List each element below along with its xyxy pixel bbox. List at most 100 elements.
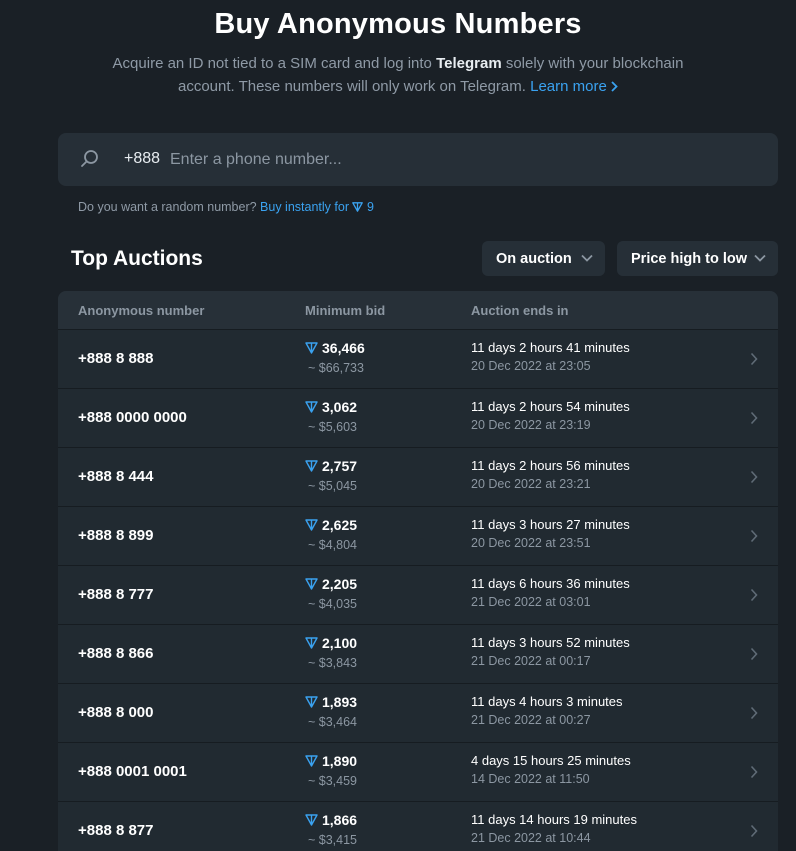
table-row[interactable]: +888 8 777 2,205 ~ $4,035 11 days 6 hours 3… <box>58 565 778 624</box>
learn-more-link[interactable]: Learn more <box>530 78 618 95</box>
table-row[interactable]: +888 0000 0000 3,062 ~ $5,603 11 days 2 hou… <box>58 388 778 447</box>
anonymous-number: +888 0001 0001 <box>78 763 187 780</box>
ends-duration: 11 days 6 hours 36 minutes <box>471 576 630 591</box>
auction-ends: 11 days 2 hours 41 minutes 20 Dec 2022 at… <box>471 340 630 373</box>
learn-more-label: Learn more <box>530 78 607 95</box>
minimum-bid: 36,466 ~ $66,733 <box>305 340 365 375</box>
random-number-prompt: Do you want a random number? Buy instant… <box>78 200 374 214</box>
bid-usd: ~ $4,035 <box>308 597 358 611</box>
anonymous-number: +888 0000 0000 <box>78 409 187 426</box>
table-row[interactable]: +888 8 866 2,100 ~ $3,843 11 days 3 hours 5… <box>58 624 778 683</box>
minimum-bid: 2,100 ~ $3,843 <box>305 635 357 670</box>
ends-duration: 11 days 2 hours 41 minutes <box>471 340 630 355</box>
ends-date: 21 Dec 2022 at 00:27 <box>471 713 591 727</box>
buy-random-link[interactable]: Buy instantly for 9 <box>260 200 374 214</box>
chevron-down-icon <box>754 254 766 262</box>
bid-amount: 3,062 <box>322 399 358 415</box>
bid-amount: 1,890 <box>322 753 358 769</box>
ton-icon <box>305 755 318 767</box>
ton-icon <box>305 696 318 708</box>
chevron-right-icon <box>750 470 758 484</box>
subtitle-telegram: Telegram <box>436 55 502 72</box>
anonymous-number: +888 8 000 <box>78 704 154 721</box>
ends-duration: 4 days 15 hours 25 minutes <box>471 753 631 768</box>
search-icon <box>81 150 98 167</box>
anonymous-number: +888 8 877 <box>78 822 154 839</box>
ton-icon <box>305 519 318 531</box>
minimum-bid: 2,757 ~ $5,045 <box>305 458 357 493</box>
ends-duration: 11 days 3 hours 52 minutes <box>471 635 630 650</box>
ends-date: 21 Dec 2022 at 00:17 <box>471 654 591 668</box>
ton-icon <box>305 460 318 472</box>
random-question: Do you want a random number? <box>78 200 261 214</box>
bid-amount: 1,893 <box>322 694 358 710</box>
ends-date: 20 Dec 2022 at 23:19 <box>471 418 591 432</box>
ton-icon <box>352 202 364 212</box>
table-row[interactable]: +888 8 888 36,466 ~ $66,733 11 days 2 hours… <box>58 329 778 388</box>
auctions-table: Anonymous number Minimum bid Auction end… <box>58 291 778 851</box>
table-header: Anonymous number Minimum bid Auction end… <box>58 291 778 329</box>
anonymous-number: +888 8 899 <box>78 527 154 544</box>
auction-ends: 11 days 3 hours 52 minutes 21 Dec 2022 at… <box>471 635 630 668</box>
table-row[interactable]: +888 8 877 1,866 ~ $3,415 11 days 14 hours … <box>58 801 778 851</box>
ends-date: 20 Dec 2022 at 23:51 <box>471 536 591 550</box>
bid-usd: ~ $4,804 <box>308 538 358 552</box>
sort-dropdown[interactable]: Price high to low <box>617 241 778 276</box>
ends-date: 14 Dec 2022 at 11:50 <box>471 772 590 786</box>
bid-usd: ~ $3,459 <box>308 774 358 788</box>
column-header-bid[interactable]: Minimum bid <box>305 303 385 318</box>
ends-duration: 11 days 2 hours 56 minutes <box>471 458 630 473</box>
filter-dropdown[interactable]: On auction <box>482 241 605 276</box>
chevron-right-icon <box>750 706 758 720</box>
anonymous-number: +888 8 444 <box>78 468 154 485</box>
table-row[interactable]: +888 8 444 2,757 ~ $5,045 11 days 2 hours 5… <box>58 447 778 506</box>
table-row[interactable]: +888 8 000 1,893 ~ $3,464 11 days 4 hours 3… <box>58 683 778 742</box>
buy-random-label: Buy instantly for <box>260 200 349 214</box>
bid-amount: 36,466 <box>322 340 365 356</box>
auction-ends: 11 days 14 hours 19 minutes 21 Dec 2022 a… <box>471 812 637 845</box>
auction-ends: 4 days 15 hours 25 minutes 14 Dec 2022 at… <box>471 753 631 786</box>
auction-ends: 11 days 2 hours 54 minutes 20 Dec 2022 at… <box>471 399 630 432</box>
column-header-ends[interactable]: Auction ends in <box>471 303 569 318</box>
ton-icon <box>305 342 318 354</box>
subtitle-text: Acquire an ID not tied to a SIM card and… <box>112 55 437 72</box>
bid-usd: ~ $3,464 <box>308 715 358 729</box>
chevron-right-icon <box>750 588 758 602</box>
bid-amount: 2,205 <box>322 576 358 592</box>
sort-label: Price high to low <box>631 250 748 267</box>
ton-icon <box>305 401 318 413</box>
minimum-bid: 1,893 ~ $3,464 <box>305 694 357 729</box>
minimum-bid: 1,866 ~ $3,415 <box>305 812 357 847</box>
page-subtitle: Acquire an ID not tied to a SIM card and… <box>110 52 686 98</box>
search-bar[interactable]: +888 <box>58 133 778 186</box>
column-header-number[interactable]: Anonymous number <box>78 303 204 318</box>
chevron-right-icon <box>750 647 758 661</box>
table-row[interactable]: +888 8 899 2,625 ~ $4,804 11 days 3 hours 2… <box>58 506 778 565</box>
ton-icon <box>305 578 318 590</box>
bid-amount: 2,100 <box>322 635 358 651</box>
auction-ends: 11 days 2 hours 56 minutes 20 Dec 2022 at… <box>471 458 630 491</box>
ends-duration: 11 days 4 hours 3 minutes <box>471 694 623 709</box>
ends-date: 20 Dec 2022 at 23:05 <box>471 359 591 373</box>
table-row[interactable]: +888 0001 0001 1,890 ~ $3,459 4 days 15 hou… <box>58 742 778 801</box>
ends-duration: 11 days 3 hours 27 minutes <box>471 517 630 532</box>
table-body: +888 8 888 36,466 ~ $66,733 11 days 2 hours… <box>58 329 778 851</box>
ton-icon <box>305 637 318 649</box>
anonymous-number: +888 8 888 <box>78 350 154 367</box>
minimum-bid: 2,205 ~ $4,035 <box>305 576 357 611</box>
ends-date: 21 Dec 2022 at 03:01 <box>471 595 591 609</box>
bid-amount: 2,757 <box>322 458 358 474</box>
bid-amount: 2,625 <box>322 517 358 533</box>
ends-date: 20 Dec 2022 at 23:21 <box>471 477 591 491</box>
bid-usd: ~ $5,603 <box>308 420 358 434</box>
chevron-right-icon <box>611 81 618 92</box>
auction-ends: 11 days 6 hours 36 minutes 21 Dec 2022 at… <box>471 576 630 609</box>
phone-search-input[interactable] <box>168 145 752 175</box>
top-auctions-title: Top Auctions <box>71 247 203 270</box>
anonymous-number: +888 8 866 <box>78 645 154 662</box>
chevron-right-icon <box>750 411 758 425</box>
ton-icon <box>305 814 318 826</box>
minimum-bid: 2,625 ~ $4,804 <box>305 517 357 552</box>
bid-amount: 1,866 <box>322 812 358 828</box>
minimum-bid: 1,890 ~ $3,459 <box>305 753 357 788</box>
